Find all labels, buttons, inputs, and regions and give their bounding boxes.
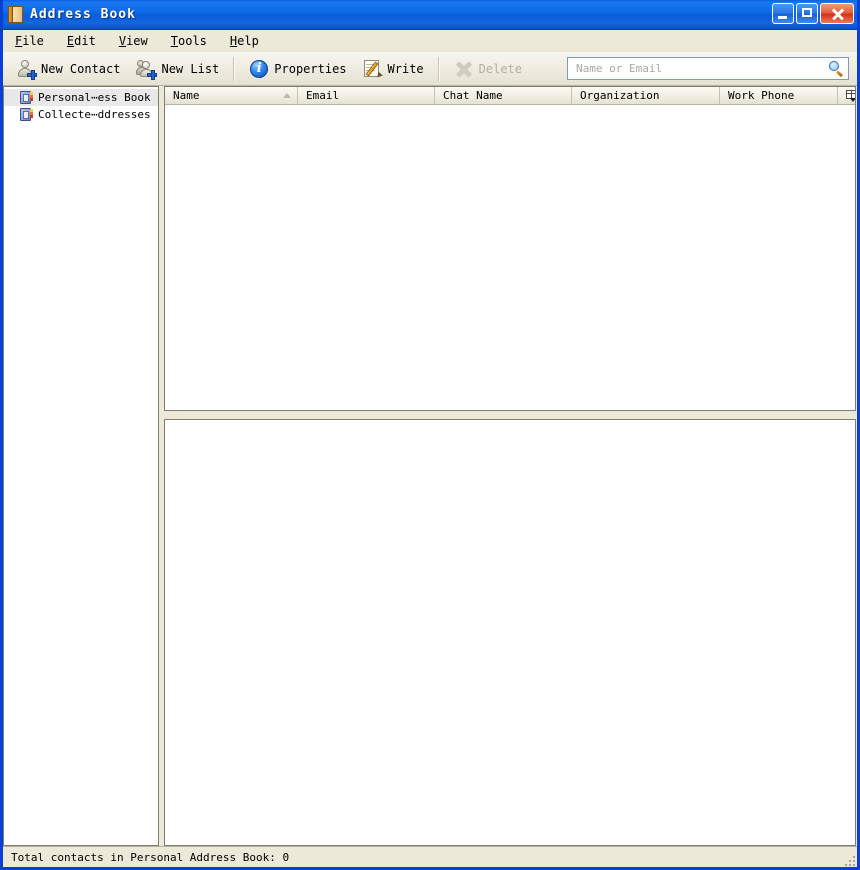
write-button[interactable]: Write — [356, 54, 431, 83]
sidebar-item-label: Personal⋯ess Book — [38, 91, 151, 104]
address-book-icon — [20, 108, 33, 121]
column-picker-icon — [846, 90, 855, 102]
toolbar: New Contact New List i Properties Write … — [3, 52, 857, 86]
main-body: Personal⋯ess Book Collecte⋯ddresses Name — [3, 86, 857, 846]
column-header-row: Name Email Chat Name Organization Work P… — [165, 87, 855, 105]
new-list-icon — [136, 59, 158, 80]
column-header-label: Work Phone — [728, 89, 795, 102]
menu-file[interactable]: File — [11, 32, 54, 50]
toolbar-separator-2 — [437, 56, 440, 81]
toolbar-separator-1 — [233, 56, 236, 81]
search-icon[interactable] — [829, 60, 845, 77]
contacts-list-pane: Name Email Chat Name Organization Work P… — [164, 86, 856, 411]
delete-button: Delete — [447, 54, 529, 83]
window-controls — [772, 3, 854, 24]
write-label: Write — [387, 61, 424, 76]
address-book-icon — [8, 6, 23, 23]
search-input[interactable] — [574, 61, 829, 76]
column-header-chat-name[interactable]: Chat Name — [435, 87, 572, 104]
column-picker-button[interactable] — [838, 87, 855, 104]
column-header-name[interactable]: Name — [165, 87, 298, 104]
info-icon: i — [249, 59, 269, 79]
menu-view-accel: V — [118, 33, 127, 48]
new-contact-icon — [16, 59, 37, 80]
write-icon — [363, 59, 383, 79]
contacts-list-rows[interactable] — [165, 105, 855, 410]
status-bar: Total contacts in Personal Address Book:… — [3, 846, 857, 867]
delete-label: Delete — [478, 61, 523, 76]
menu-tools-rest: ools — [178, 33, 207, 48]
menu-view-rest: iew — [126, 33, 148, 48]
menu-tools[interactable]: Tools — [167, 32, 217, 50]
sidebar-item-personal-address-book[interactable]: Personal⋯ess Book — [4, 89, 158, 106]
sidebar-item-collected-addresses[interactable]: Collecte⋯ddresses — [4, 106, 158, 123]
address-book-icon — [20, 91, 33, 104]
minimize-button[interactable] — [772, 3, 794, 24]
column-header-label: Name — [173, 89, 200, 102]
menu-tools-accel: T — [170, 33, 178, 48]
column-header-label: Email — [306, 89, 340, 102]
new-contact-button[interactable]: New Contact — [9, 54, 127, 83]
column-header-email[interactable]: Email — [298, 87, 435, 104]
status-text: Total contacts in Personal Address Book:… — [11, 850, 290, 864]
new-contact-label: New Contact — [41, 61, 121, 76]
search-box[interactable] — [567, 57, 849, 80]
column-header-label: Chat Name — [443, 89, 503, 102]
contact-detail-pane — [164, 419, 856, 846]
menu-help[interactable]: Help — [226, 32, 269, 50]
column-header-organization[interactable]: Organization — [572, 87, 720, 104]
menu-file-rest: ile — [22, 33, 44, 48]
maximize-button[interactable] — [796, 3, 818, 24]
menu-view[interactable]: View — [115, 32, 158, 50]
properties-button[interactable]: i Properties — [242, 54, 353, 83]
window-title: Address Book — [30, 7, 136, 22]
directory-pane: Personal⋯ess Book Collecte⋯ddresses — [3, 86, 158, 846]
resize-grip[interactable] — [841, 852, 855, 866]
properties-label: Properties — [274, 61, 347, 76]
menu-edit-rest: dit — [74, 33, 96, 48]
new-list-button[interactable]: New List — [129, 54, 226, 83]
address-book-window: Address Book File Edit View Tools Help N… — [0, 0, 860, 870]
menu-bar: File Edit View Tools Help — [3, 30, 857, 52]
content-pane: Name Email Chat Name Organization Work P… — [164, 86, 857, 846]
new-list-label: New List — [161, 61, 220, 76]
sidebar-item-label: Collecte⋯ddresses — [38, 108, 151, 121]
column-header-label: Organization — [580, 89, 660, 102]
title-bar[interactable]: Address Book — [3, 0, 857, 30]
sort-ascending-icon — [283, 93, 291, 98]
close-button[interactable] — [820, 3, 854, 24]
menu-help-rest: elp — [237, 33, 259, 48]
delete-x-icon — [454, 59, 474, 79]
horizontal-splitter[interactable] — [164, 411, 856, 419]
menu-edit[interactable]: Edit — [63, 32, 106, 50]
column-header-work-phone[interactable]: Work Phone — [720, 87, 838, 104]
